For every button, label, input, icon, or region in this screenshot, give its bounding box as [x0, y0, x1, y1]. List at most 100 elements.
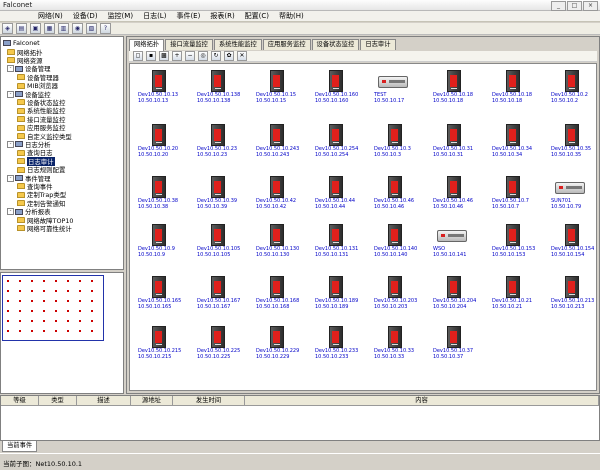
device-node[interactable]: Dev10.50.10.13 10.50.10.13 [138, 70, 186, 108]
device-node[interactable]: Dev10.50.10.254 10.50.10.254 [315, 124, 363, 162]
tree-item[interactable]: 网络拓扑 [7, 48, 43, 57]
open-icon[interactable]: ▤ [16, 23, 27, 34]
device-node[interactable]: Dev10.50.10.167 10.50.10.167 [197, 276, 245, 314]
tree-item[interactable]: - 设备管理 [7, 65, 51, 73]
column-header[interactable]: 描述 [77, 396, 131, 405]
zoom-in-icon[interactable]: + [172, 51, 182, 61]
device-node[interactable]: Dev10.50.10.233 10.50.10.233 [315, 326, 363, 364]
topology-icon[interactable]: ◈ [2, 23, 13, 34]
tree-item[interactable]: - 设备监控 [7, 90, 51, 99]
tab-1[interactable]: 接口流量监控 [165, 39, 213, 50]
device-node[interactable]: Dev10.50.10.154 10.50.10.154 [551, 224, 596, 262]
device-node[interactable]: Dev10.50.10.153 10.50.10.153 [492, 224, 540, 262]
menu-item-4[interactable]: 事件(E) [176, 11, 200, 21]
column-header[interactable]: 等级 [1, 396, 39, 405]
log-icon[interactable]: ▥ [58, 23, 69, 34]
device-node[interactable]: Dev10.50.10.21 10.50.10.21 [492, 276, 540, 314]
column-header[interactable]: 类型 [39, 396, 77, 405]
device-node[interactable]: Dev10.50.10.44 10.50.10.44 [315, 176, 363, 214]
device-node[interactable]: Dev10.50.10.46 10.50.10.46 [374, 176, 422, 214]
maximize-icon[interactable]: □ [567, 1, 582, 11]
device-node[interactable]: Dev10.50.10.39 10.50.10.39 [197, 176, 245, 214]
tree-item[interactable]: 网络资源 [7, 56, 43, 65]
device-node[interactable]: Dev10.50.10.204 10.50.10.204 [433, 276, 481, 314]
device-node[interactable]: WSO 10.50.10.141 [433, 224, 481, 262]
tab-current-events[interactable]: 当前事件 [2, 441, 38, 452]
collapse-icon[interactable]: - [7, 65, 14, 73]
tree-item[interactable]: - 分析报表 [7, 208, 51, 216]
device-node[interactable]: Dev10.50.10.131 10.50.10.131 [315, 224, 363, 262]
device-node[interactable]: Dev10.50.10.18 10.50.10.18 [433, 70, 481, 108]
event-icon[interactable]: ◉ [72, 23, 83, 34]
device-node[interactable]: Dev10.50.10.213 10.50.10.213 [551, 276, 596, 314]
device-node[interactable]: Dev10.50.10.9 10.50.10.9 [138, 224, 186, 262]
refresh-icon[interactable]: ↻ [211, 51, 221, 61]
device-node[interactable]: Dev10.50.10.168 10.50.10.168 [256, 276, 304, 314]
device-node[interactable]: TEST 10.50.10.17 [374, 70, 422, 108]
tree-item[interactable]: 查询日志 [17, 149, 53, 157]
topology-canvas[interactable]: Dev10.50.10.13 10.50.10.13 Dev10.50.10.138… [129, 63, 597, 391]
tree-item[interactable]: 定制告警通知 [17, 199, 65, 208]
device-icon[interactable]: ▣ [30, 23, 41, 34]
discover-icon[interactable]: ◎ [198, 51, 208, 61]
collapse-icon[interactable]: - [7, 140, 14, 148]
tree-item[interactable]: 接口流量监控 [17, 115, 65, 124]
monitor-icon[interactable]: ▦ [44, 23, 55, 34]
device-node[interactable]: Dev10.50.10.33 10.50.10.33 [374, 326, 422, 364]
tree-item[interactable]: 日志审计 [17, 156, 55, 166]
minimize-icon[interactable]: _ [551, 1, 566, 11]
device-node[interactable]: Dev10.50.10.189 10.50.10.189 [315, 276, 363, 314]
collapse-icon[interactable]: - [7, 90, 14, 98]
help-icon[interactable]: ? [100, 23, 111, 34]
collapse-icon[interactable]: - [7, 208, 14, 216]
device-node[interactable]: Dev10.50.10.165 10.50.10.165 [138, 276, 186, 314]
tab-3[interactable]: 应用服务监控 [262, 39, 311, 50]
tab-0[interactable]: 网络拓扑 [129, 39, 165, 51]
tree-item[interactable]: 应用服务监控 [17, 124, 65, 132]
device-node[interactable]: Dev10.50.10.46 10.50.10.46 [433, 176, 481, 214]
device-node[interactable]: Dev10.50.10.31 10.50.10.31 [433, 124, 481, 162]
device-node[interactable]: Dev10.50.10.34 10.50.10.34 [492, 124, 540, 162]
column-header[interactable]: 发生时间 [173, 396, 245, 405]
tree-item[interactable]: - 事件管理 [7, 174, 51, 183]
collapse-icon[interactable]: - [7, 174, 14, 182]
save-icon[interactable]: ▪ [146, 51, 156, 61]
device-node[interactable]: Dev10.50.10.20 10.50.10.20 [138, 124, 186, 162]
device-node[interactable]: Dev10.50.10.225 10.50.10.225 [197, 326, 245, 364]
menu-item-7[interactable]: 帮助(H) [279, 11, 304, 21]
settings-icon[interactable]: ✿ [224, 51, 234, 61]
device-node[interactable]: Dev10.50.10.42 10.50.10.42 [256, 176, 304, 214]
new-icon[interactable]: ◻ [133, 51, 143, 61]
close-icon[interactable]: × [583, 1, 598, 11]
tree-item[interactable]: 系统性能监控 [17, 107, 65, 115]
tab-5[interactable]: 日志审计 [360, 39, 396, 50]
menu-item-6[interactable]: 配置(C) [245, 11, 269, 21]
device-node[interactable]: Dev10.50.10.243 10.50.10.243 [256, 124, 304, 162]
device-node[interactable]: Dev10.50.10.7 10.50.10.7 [492, 176, 540, 214]
device-node[interactable]: Dev10.50.10.215 10.50.10.215 [138, 326, 186, 364]
device-node[interactable]: Dev10.50.10.229 10.50.10.229 [256, 326, 304, 364]
tree-item[interactable]: 设备管理器 [17, 73, 59, 82]
tree-item[interactable]: 日志规则配置 [17, 166, 65, 174]
menu-item-5[interactable]: 报表(R) [210, 11, 234, 21]
device-node[interactable]: Dev10.50.10.160 10.50.10.160 [315, 70, 363, 108]
device-node[interactable]: Dev10.50.10.37 10.50.10.37 [433, 326, 481, 364]
device-node[interactable]: Dev10.50.10.15 10.50.10.15 [256, 70, 304, 108]
device-node[interactable]: Dev10.50.10.2 10.50.10.2 [551, 70, 596, 108]
tree-item[interactable]: 网络可靠性统计 [17, 224, 72, 233]
zoom-out-icon[interactable]: − [185, 51, 195, 61]
device-node[interactable]: Dev10.50.10.38 10.50.10.38 [138, 176, 186, 214]
tree-item[interactable]: MIB浏览器 [17, 82, 58, 90]
tab-4[interactable]: 设备状态监控 [311, 39, 360, 50]
device-node[interactable]: SUN701 10.50.10.79 [551, 176, 596, 214]
tree-item[interactable]: 自定义监控类型 [17, 132, 72, 141]
menu-item-2[interactable]: 监控(M) [108, 11, 134, 21]
tree-item[interactable]: 网络故障TOP10 [17, 216, 73, 225]
device-node[interactable]: Dev10.50.10.23 10.50.10.23 [197, 124, 245, 162]
device-node[interactable]: Dev10.50.10.140 10.50.10.140 [374, 224, 422, 262]
tree-root[interactable]: Falconet [3, 39, 40, 47]
layout-icon[interactable]: ▩ [159, 51, 169, 61]
overview-map[interactable] [2, 275, 104, 341]
device-node[interactable]: Dev10.50.10.138 10.50.10.138 [197, 70, 245, 108]
device-node[interactable]: Dev10.50.10.203 10.50.10.203 [374, 276, 422, 314]
